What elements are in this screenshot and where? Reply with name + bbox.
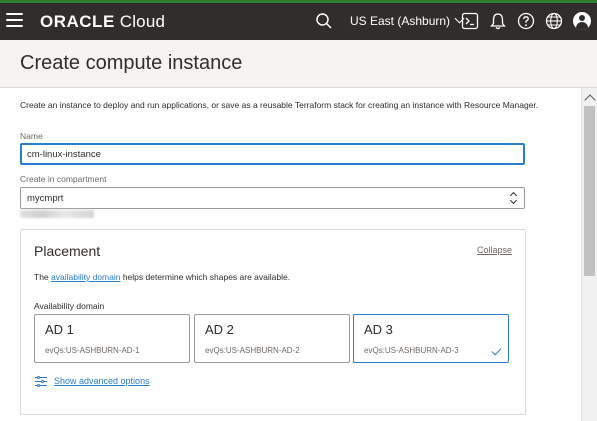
collapse-link[interactable]: Collapse <box>477 245 512 255</box>
placement-desc-prefix: The <box>34 272 52 282</box>
sliders-icon[interactable] <box>35 375 47 387</box>
bell-icon[interactable] <box>489 12 507 30</box>
ad-option-2[interactable]: AD 2 evQs:US-ASHBURN-AD-2 <box>194 314 350 363</box>
availability-domain-label: Availability domain <box>34 301 105 311</box>
placement-desc-suffix: helps determine which shapes are availab… <box>120 272 291 282</box>
top-navigation-bar: ORACLE Cloud US East (Ashburn) <box>0 0 597 40</box>
oracle-cloud-logo[interactable]: ORACLE Cloud <box>40 12 165 32</box>
region-selector[interactable]: US East (Ashburn) <box>350 13 465 28</box>
name-label: Name <box>20 131 43 141</box>
redacted-compartment-path <box>20 210 94 218</box>
scrollbar-thumb[interactable] <box>584 106 595 276</box>
page-header: Create compute instance <box>0 40 597 88</box>
compartment-select[interactable]: mycmprt <box>20 187 525 209</box>
create-instance-form: Create an instance to deploy and run app… <box>0 88 581 421</box>
compartment-value: mycmprt <box>27 193 64 204</box>
vertical-scrollbar[interactable] <box>581 88 597 421</box>
show-advanced-options-link[interactable]: Show advanced options <box>54 376 150 386</box>
cloud-shell-icon[interactable] <box>461 12 479 30</box>
ad-option-name: AD 1 <box>45 322 74 337</box>
availability-domain-link[interactable]: availability domain <box>51 272 120 282</box>
compartment-label: Create in compartment <box>20 174 107 184</box>
ad-option-id: evQs:US-ASHBURN-AD-3 <box>364 346 459 355</box>
scroll-up-arrow-icon[interactable] <box>584 94 596 106</box>
placement-description: The availability domain helps determine … <box>34 272 290 282</box>
placement-section: Placement Collapse The availability doma… <box>20 229 526 415</box>
intro-text: Create an instance to deploy and run app… <box>20 100 539 110</box>
help-icon[interactable] <box>517 12 535 30</box>
ad-option-id: evQs:US-ASHBURN-AD-1 <box>45 346 140 355</box>
ad-option-name: AD 3 <box>364 322 393 337</box>
select-arrows-icon <box>510 192 518 204</box>
logo-product: Cloud <box>119 12 166 31</box>
page-title: Create compute instance <box>20 52 243 74</box>
search-icon[interactable] <box>315 12 333 30</box>
globe-icon[interactable] <box>545 12 563 30</box>
region-label: US East (Ashburn) <box>350 14 451 28</box>
ad-option-name: AD 2 <box>205 322 234 337</box>
ad-option-1[interactable]: AD 1 evQs:US-ASHBURN-AD-1 <box>34 314 190 363</box>
placement-title: Placement <box>34 243 101 259</box>
logo-brand: ORACLE <box>40 12 115 31</box>
ad-option-id: evQs:US-ASHBURN-AD-2 <box>205 346 300 355</box>
ad-option-3[interactable]: AD 3 evQs:US-ASHBURN-AD-3 <box>353 314 509 363</box>
menu-icon[interactable] <box>6 13 23 27</box>
name-input[interactable]: cm-linux-instance <box>20 143 525 165</box>
user-icon[interactable] <box>573 12 591 30</box>
checkmark-icon <box>491 345 502 356</box>
